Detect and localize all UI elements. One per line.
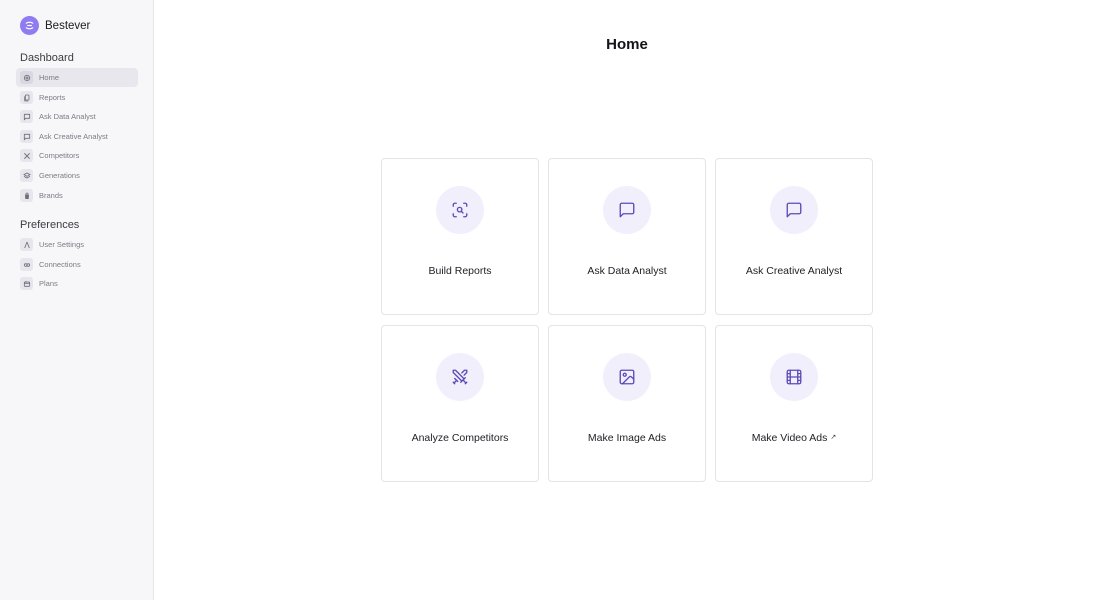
swords-icon bbox=[20, 149, 33, 162]
layers-icon bbox=[20, 169, 33, 182]
image-icon bbox=[603, 353, 651, 401]
reports-icon bbox=[20, 91, 33, 104]
card-analyze-competitors[interactable]: Analyze Competitors bbox=[381, 325, 539, 482]
user-icon bbox=[20, 238, 33, 251]
sidebar-item-reports[interactable]: Reports bbox=[16, 88, 138, 107]
scan-search-icon bbox=[436, 186, 484, 234]
swords-icon bbox=[436, 353, 484, 401]
message-square-icon bbox=[603, 186, 651, 234]
sidebar-item-ask-data-analyst[interactable]: Ask Data Analyst bbox=[16, 107, 138, 126]
brand-logo-icon bbox=[20, 16, 39, 35]
sidebar-item-label: User Settings bbox=[39, 240, 85, 249]
sidebar-item-label: Generations bbox=[39, 171, 80, 180]
plans-icon bbox=[20, 277, 33, 290]
card-label: Ask Creative Analyst bbox=[745, 265, 843, 277]
sidebar-item-brands[interactable]: Brands bbox=[16, 186, 138, 205]
sidebar-item-label: Plans bbox=[39, 279, 58, 288]
external-link-icon: ↗ bbox=[830, 434, 837, 441]
sidebar-item-label: Reports bbox=[39, 93, 66, 102]
card-label: Build Reports bbox=[428, 265, 492, 277]
brand[interactable]: Bestever bbox=[20, 16, 90, 35]
sidebar-item-competitors[interactable]: Competitors bbox=[16, 146, 138, 165]
page-title: Home bbox=[606, 36, 648, 53]
sidebar-item-label: Ask Creative Analyst bbox=[39, 132, 108, 141]
bag-icon bbox=[20, 189, 33, 202]
sidebar-item-label: Competitors bbox=[39, 151, 80, 160]
home-icon bbox=[20, 71, 33, 84]
card-ask-data-analyst[interactable]: Ask Data Analyst bbox=[548, 158, 706, 315]
card-make-image-ads[interactable]: Make Image Ads bbox=[548, 325, 706, 482]
card-make-video-ads[interactable]: Make Video Ads ↗ bbox=[715, 325, 873, 482]
brand-name: Bestever bbox=[45, 19, 91, 32]
sidebar-item-label: Brands bbox=[39, 191, 63, 200]
message-square-icon bbox=[770, 186, 818, 234]
sidebar-item-home[interactable]: Home bbox=[16, 68, 138, 87]
card-ask-creative-analyst[interactable]: Ask Creative Analyst bbox=[715, 158, 873, 315]
card-label: Ask Data Analyst bbox=[587, 265, 667, 277]
section-title-preferences: Preferences bbox=[20, 219, 80, 231]
card-label: Analyze Competitors bbox=[411, 432, 509, 444]
card-label: Make Video Ads ↗ bbox=[716, 432, 872, 444]
link-icon bbox=[20, 258, 33, 271]
card-build-reports[interactable]: Build Reports bbox=[381, 158, 539, 315]
sidebar-item-label: Connections bbox=[39, 260, 81, 269]
chat-icon bbox=[20, 130, 33, 143]
sidebar-item-connections[interactable]: Connections bbox=[16, 255, 138, 274]
card-label-text: Make Video Ads bbox=[751, 432, 828, 444]
sidebar: Bestever Dashboard Home Reports Ask Data… bbox=[0, 0, 154, 600]
sidebar-item-plans[interactable]: Plans bbox=[16, 274, 138, 293]
sidebar-item-ask-creative-analyst[interactable]: Ask Creative Analyst bbox=[16, 127, 138, 146]
sidebar-item-label: Home bbox=[39, 73, 60, 82]
chat-icon bbox=[20, 110, 33, 123]
card-label: Make Image Ads bbox=[587, 432, 667, 444]
section-title-dashboard: Dashboard bbox=[20, 52, 74, 64]
sidebar-item-generations[interactable]: Generations bbox=[16, 166, 138, 185]
sidebar-item-user-settings[interactable]: User Settings bbox=[16, 235, 138, 254]
film-icon bbox=[770, 353, 818, 401]
sidebar-item-label: Ask Data Analyst bbox=[39, 112, 96, 121]
